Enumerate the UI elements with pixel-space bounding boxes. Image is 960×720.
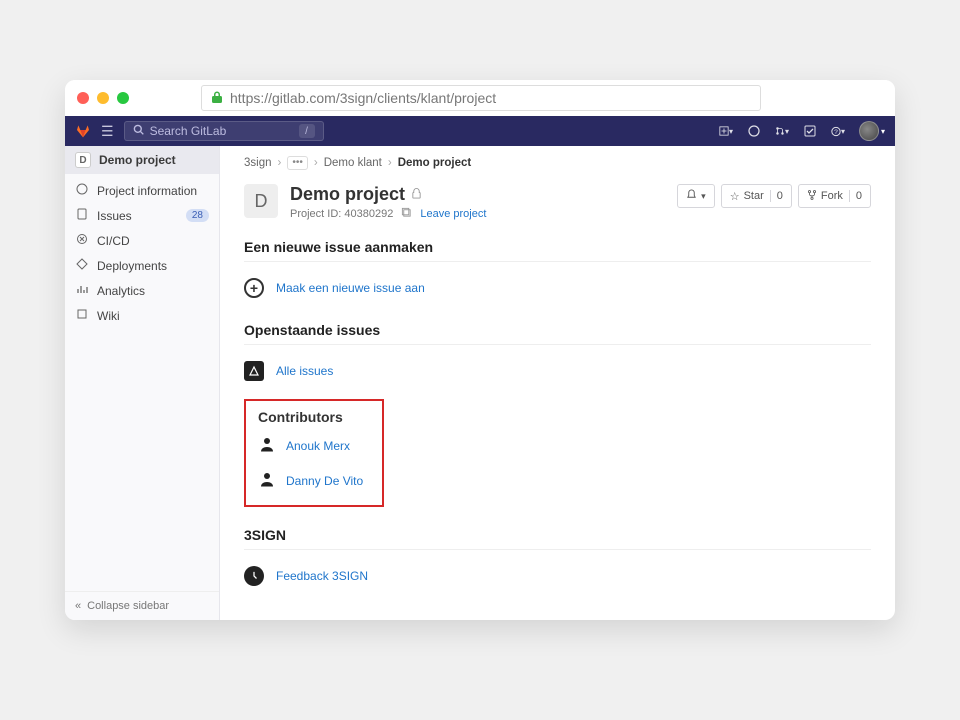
search-input[interactable]: Search GitLab / [124,121,324,141]
issues-icon[interactable] [747,124,761,138]
new-issue-row: + Maak een nieuwe issue aan [244,272,871,304]
sidebar-item-deployments[interactable]: Deployments [65,253,219,278]
breadcrumb: 3sign › ••• › Demo klant › Demo project [244,156,871,170]
feedback-icon [244,566,264,586]
top-nav-actions: ▾ ▾ ? ▾ ▾ [719,121,885,141]
sidebar-items: Project information Issues 28 CI/CD [65,174,219,332]
search-hotkey: / [299,124,315,138]
notifications-button[interactable]: ▾ [677,184,715,208]
minimize-window-icon[interactable] [97,92,109,104]
sidebar-project-name: Demo project [99,153,176,167]
sidebar-item-label: Issues [97,209,132,223]
fork-icon [807,190,817,203]
project-actions: ▾ ☆ Star 0 Fork 0 [677,184,871,208]
page-title: Demo project [290,184,486,205]
all-issues-row: Alle issues [244,355,871,387]
bell-icon [686,189,697,203]
feedback-row: Feedback 3SIGN [244,560,871,592]
breadcrumb-root[interactable]: 3sign [244,157,272,169]
plus-circle-icon: + [244,278,264,298]
analytics-icon [75,283,89,298]
help-icon[interactable]: ? ▾ [831,124,845,138]
sidebar-project-header[interactable]: D Demo project [65,146,219,174]
cicd-icon [75,233,89,248]
issues-square-icon [244,361,264,381]
window-controls [77,92,129,104]
section-open-issues: Openstaande issues Alle issues [244,322,871,387]
top-nav: ☰ Search GitLab / ▾ ▾ [65,116,895,146]
project-id-label: Project ID: 40380292 [290,208,393,220]
contributor-row: Anouk Merx [258,435,370,456]
star-count: 0 [770,190,783,202]
sidebar-item-label: Deployments [97,259,167,273]
browser-chrome: https://gitlab.com/3sign/clients/klant/p… [65,80,895,116]
breadcrumb-mid[interactable]: Demo klant [324,157,382,169]
leave-project-link[interactable]: Leave project [420,208,486,220]
deploy-icon [75,258,89,273]
section-company: 3SIGN Feedback 3SIGN [244,527,871,592]
fork-button[interactable]: Fork 0 [798,184,871,208]
section-heading: Openstaande issues [244,322,871,344]
user-avatar[interactable]: ▾ [859,121,885,141]
sidebar-item-label: Wiki [97,309,120,323]
address-bar[interactable]: https://gitlab.com/3sign/clients/klant/p… [201,85,761,111]
project-avatar: D [244,184,278,218]
contributor-row: Danny De Vito [258,470,370,491]
person-icon [258,435,276,456]
close-window-icon[interactable] [77,92,89,104]
app-body: D Demo project Project information Issue… [65,146,895,620]
sidebar-item-label: Analytics [97,284,145,298]
collapse-label: Collapse sidebar [87,600,169,612]
address-text: https://gitlab.com/3sign/clients/klant/p… [230,90,496,106]
search-icon [133,124,144,138]
info-icon [75,183,89,198]
fork-count: 0 [849,190,862,202]
section-contributors: Contributors Anouk Merx Danny De Vito [244,399,384,507]
breadcrumb-current: Demo project [398,157,472,169]
new-issue-link[interactable]: Maak een nieuwe issue aan [276,281,425,295]
main-content: 3sign › ••• › Demo klant › Demo project … [220,146,895,620]
person-icon [258,470,276,491]
sidebar-item-wiki[interactable]: Wiki [65,303,219,328]
lock-icon [212,91,222,106]
breadcrumb-overflow-icon[interactable]: ••• [287,156,308,170]
gitlab-logo-icon[interactable] [75,122,91,141]
project-subline: Project ID: 40380292 Leave project [290,207,486,221]
sidebar-item-project-information[interactable]: Project information [65,178,219,203]
lock-icon [411,188,422,202]
all-issues-link[interactable]: Alle issues [276,364,333,378]
sidebar: D Demo project Project information Issue… [65,146,220,620]
star-icon: ☆ [730,190,740,203]
feedback-link[interactable]: Feedback 3SIGN [276,569,368,583]
app-window: https://gitlab.com/3sign/clients/klant/p… [65,80,895,620]
collapse-sidebar-button[interactable]: « Collapse sidebar [65,591,219,620]
sidebar-item-analytics[interactable]: Analytics [65,278,219,303]
section-heading: Een nieuwe issue aanmaken [244,239,871,261]
section-new-issue: Een nieuwe issue aanmaken + Maak een nie… [244,239,871,304]
chevron-left-icon: « [75,600,81,612]
menu-icon[interactable]: ☰ [101,123,114,140]
sidebar-item-label: Project information [97,184,197,198]
project-header: D Demo project Project ID: 40380292 Leav [244,184,871,221]
sidebar-item-cicd[interactable]: CI/CD [65,228,219,253]
wiki-icon [75,308,89,323]
contributor-link[interactable]: Anouk Merx [286,439,350,453]
copy-icon[interactable] [401,207,412,221]
todo-icon[interactable] [803,124,817,138]
star-button[interactable]: ☆ Star 0 [721,184,792,208]
issues-count-badge: 28 [186,209,209,222]
project-letter-icon: D [75,152,91,168]
maximize-window-icon[interactable] [117,92,129,104]
avatar-icon [859,121,879,141]
sidebar-item-label: CI/CD [97,234,130,248]
plus-icon[interactable]: ▾ [719,124,733,138]
issues-icon [75,208,89,223]
merge-requests-icon[interactable]: ▾ [775,124,789,138]
contributor-link[interactable]: Danny De Vito [286,474,363,488]
section-heading: Contributors [258,409,370,425]
search-placeholder: Search GitLab [150,124,227,138]
svg-text:?: ? [834,128,838,135]
section-heading: 3SIGN [244,527,871,549]
sidebar-item-issues[interactable]: Issues 28 [65,203,219,228]
